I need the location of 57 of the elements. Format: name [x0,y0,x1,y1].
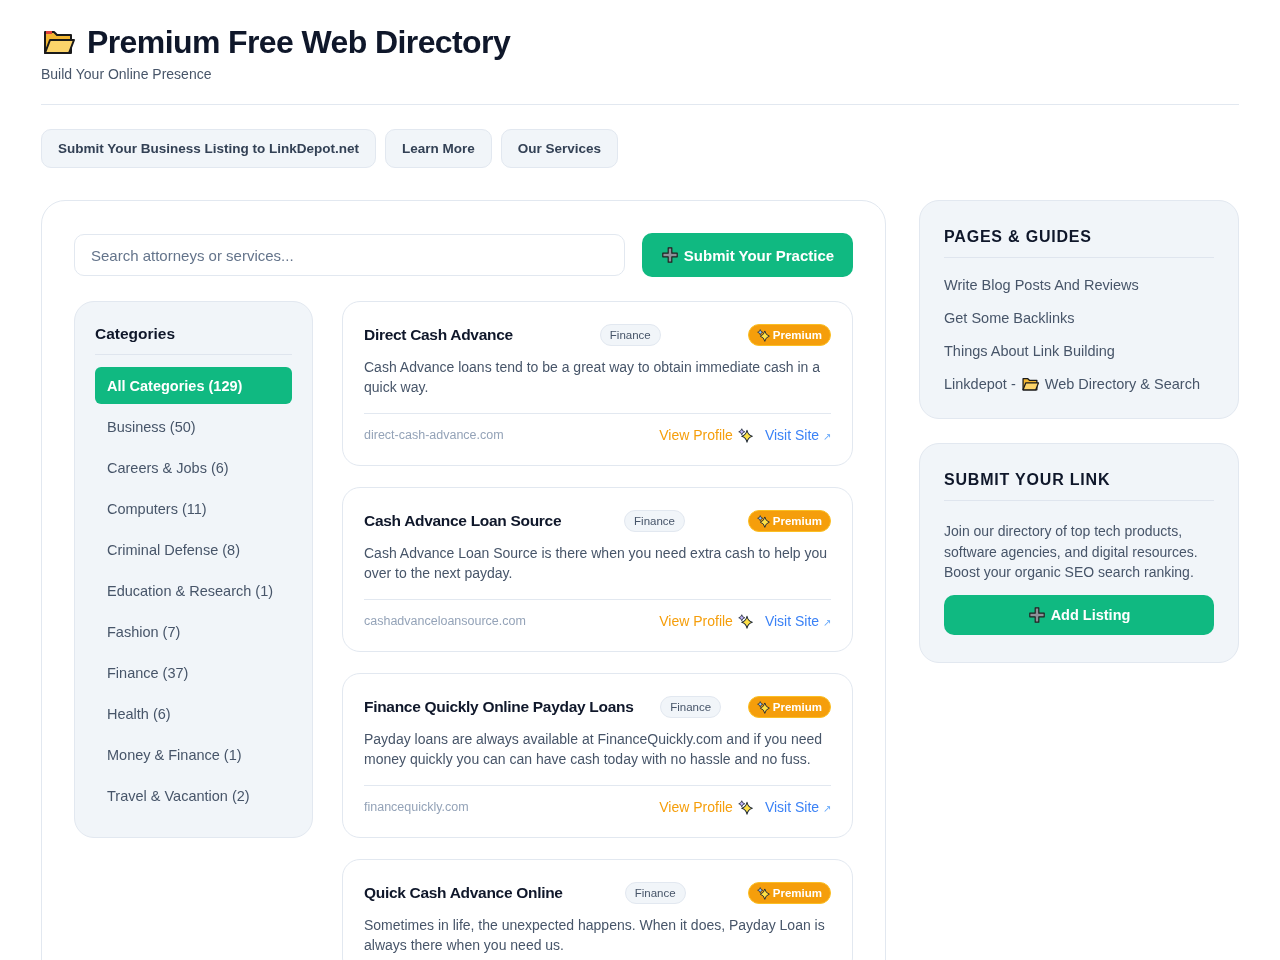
listing-domain: financequickly.com [364,800,469,814]
sparkle-icon [756,700,770,714]
listing-title: Finance Quickly Online Payday Loans [364,698,634,716]
guide-link[interactable]: Write Blog Posts And Reviews [944,275,1139,295]
plus-icon [660,246,679,264]
category-link[interactable]: Finance (37) [95,654,292,691]
plus-icon [1027,605,1046,624]
premium-badge: Premium [747,324,831,346]
guide-link[interactable]: Things About Link Building [944,341,1115,361]
sparkle-icon [756,514,770,528]
listing-title: Direct Cash Advance [364,326,513,344]
category-link[interactable]: Fashion (7) [95,613,292,650]
folder-icon [1021,377,1039,391]
visit-site-link[interactable]: Visit Site ↗ [764,427,831,443]
category-tag: Finance [599,324,661,346]
category-link[interactable]: Computers (11) [95,490,292,527]
category-link[interactable]: Education & Research (1) [95,572,292,609]
guides-heading: PAGES & GUIDES [944,225,1214,258]
visit-site-link[interactable]: Visit Site ↗ [764,613,831,629]
categories-heading: Categories [95,322,292,355]
premium-badge: Premium [747,696,831,718]
listing-description: Cash Advance Loan Source is there when you need extra cash to help you over to the next payday. [364,544,829,583]
visit-site-link[interactable]: Visit Site ↗ [764,799,831,815]
search-field[interactable]: Search attorneys or services... [74,234,625,276]
sparkle-icon [737,613,753,629]
category-link[interactable]: Business (50) [95,408,292,445]
nav-button[interactable]: Our Services [500,129,619,168]
sparkle-icon [756,328,770,342]
page-subtitle: Build Your Online Presence [41,65,213,83]
category-tag: Finance [624,510,685,532]
listing-description: Sometimes in life, the unexpected happens. When it does, Payday Loan is always there when you need us. [364,916,826,955]
category-link[interactable]: Health (6) [95,695,292,732]
submit-link-heading: SUBMIT YOUR LINK [944,468,1214,501]
page-title: Premium Free Web Directory [87,23,511,62]
premium-badge: Premium [747,510,831,532]
nav-button[interactable]: Submit Your Business Listing to LinkDepot.net [41,129,376,168]
submit-link-text: Join our directory of top tech products, software agencies, and digital resources. Boost your organic SEO search ranking. [944,522,1199,582]
category-link[interactable]: Careers & Jobs (6) [95,449,292,486]
listing-domain: cashadvanceloansource.com [364,614,526,628]
sparkle-icon [737,427,753,443]
category-link[interactable]: Travel & Vacantion (2) [95,777,292,814]
listing-domain: direct-cash-advance.com [364,428,504,442]
category-link[interactable]: Money & Finance (1) [95,736,292,773]
listing-description: Payday loans are always available at FinanceQuickly.com and if you need money quickly you can can have cash today with no hassle and no fuss. [364,730,824,769]
premium-badge: Premium [747,882,831,904]
listing-title: Quick Cash Advance Online [364,884,563,902]
guide-link[interactable]: Get Some Backlinks [944,308,1075,328]
sparkle-icon [737,799,753,815]
listing-description: Cash Advance loans tend to be a great way to obtain immediate cash in a quick way. [364,358,822,397]
category-tag: Finance [660,696,722,718]
folder-icon [43,29,75,55]
category-link[interactable]: Criminal Defense (8) [95,531,292,568]
listing-title: Cash Advance Loan Source [364,512,562,530]
guide-link[interactable]: Linkdepot - Web Directory & Search [944,374,1200,394]
sparkle-icon [756,886,770,900]
category-tag: Finance [624,882,686,904]
nav-button[interactable]: Learn More [385,129,492,168]
